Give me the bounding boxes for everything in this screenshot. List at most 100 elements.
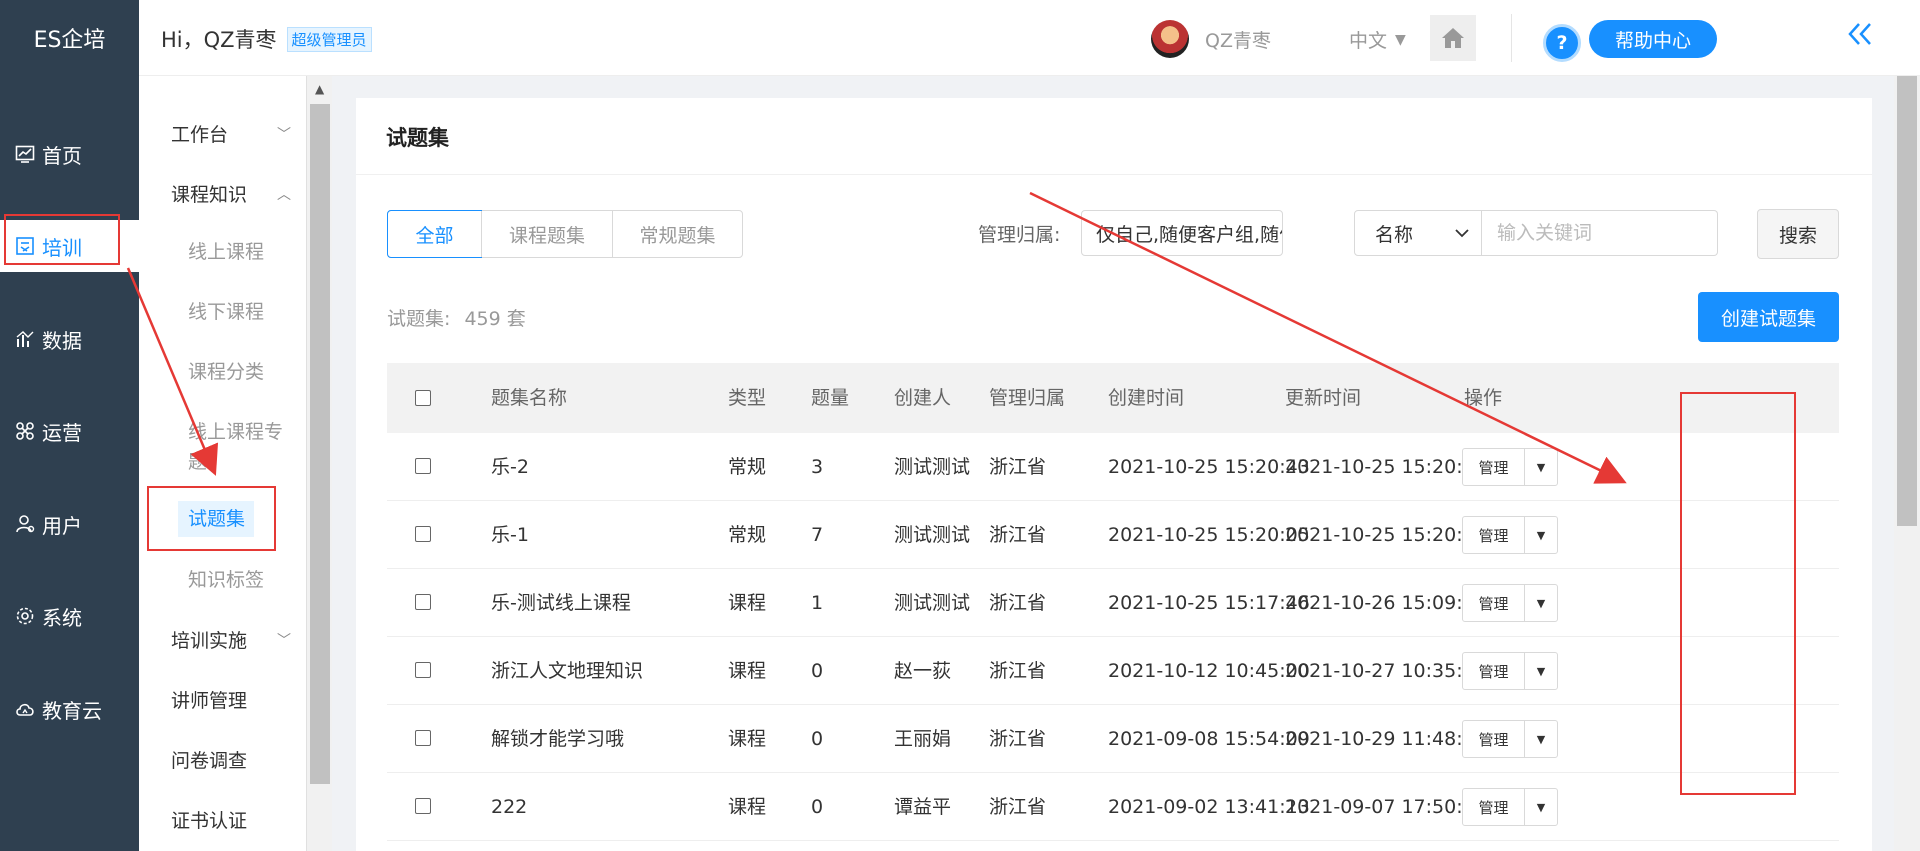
submenu-scrollbar[interactable]: ▲ — [306, 76, 332, 851]
count-value: 459 套 — [464, 308, 526, 330]
table-row[interactable]: 222 课程 0 谭益平 浙江省 2021-09-02 13:41:13 202… — [387, 773, 1839, 841]
row-checkbox[interactable] — [415, 798, 431, 814]
question-set-card: 试题集 全部 课程题集 常规题集 管理归属: 仅自己,随便客户组,随便 名称 搜… — [356, 98, 1872, 851]
greeting-text: Hi，QZ青枣 — [161, 28, 277, 52]
nav-item-user[interactable]: 用户 — [0, 498, 139, 550]
manage-dropdown-icon[interactable]: ▼ — [1525, 585, 1557, 621]
cell-updated: 2021-10-27 10:35:23 — [1285, 660, 1487, 682]
cell-updated: 2021-09-07 17:50:03 — [1285, 796, 1487, 818]
col-creator: 创建人 — [894, 387, 952, 409]
owner-label: 管理归属: — [978, 224, 1061, 246]
manage-dropdown-icon[interactable]: ▼ — [1525, 517, 1557, 553]
home-button[interactable] — [1430, 15, 1476, 61]
annotation-box-question-set — [147, 486, 276, 551]
nav-label: 系统 — [42, 605, 82, 630]
manage-button[interactable]: 管理 — [1463, 517, 1525, 553]
submenu-workbench[interactable]: 工作台 ﹀ — [171, 120, 291, 147]
row-checkbox[interactable] — [415, 662, 431, 678]
search-input[interactable] — [1482, 210, 1718, 256]
nav-item-system[interactable]: 系统 — [0, 590, 139, 642]
cell-name[interactable]: 解锁才能学习哦 — [491, 705, 624, 773]
manage-dropdown-icon[interactable]: ▼ — [1525, 789, 1557, 825]
page-scrollbar[interactable] — [1894, 76, 1920, 851]
nav-item-home[interactable]: 首页 — [0, 128, 139, 180]
row-checkbox[interactable] — [415, 526, 431, 542]
manage-button[interactable]: 管理 — [1463, 585, 1525, 621]
help-question-icon[interactable]: ? — [1543, 24, 1581, 62]
submenu-certificate[interactable]: 证书认证 — [171, 806, 291, 833]
cell-owner: 浙江省 — [989, 524, 1047, 546]
create-question-set-button[interactable]: 创建试题集 — [1698, 292, 1839, 342]
submenu-lecturer[interactable]: 讲师管理 — [171, 686, 291, 713]
cell-creator: 王丽娟 — [894, 728, 952, 750]
chart-icon — [14, 328, 36, 350]
cell-name[interactable]: 浙江人文地理知识 — [491, 637, 643, 705]
cell-updated: 2021-10-26 15:09:45 — [1285, 592, 1487, 614]
gear-icon — [14, 605, 36, 627]
submenu-offline-course[interactable]: 线下课程 — [188, 297, 298, 327]
sub-menu: 工作台 ﹀ 课程知识 ︿ 线上课程 线下课程 课程分类 线上课程专题 试题集 知… — [139, 76, 306, 851]
row-checkbox[interactable] — [415, 458, 431, 474]
submenu-training-impl[interactable]: 培训实施 ﹀ — [171, 626, 291, 653]
username[interactable]: QZ青枣 — [1205, 26, 1271, 53]
submenu-online-course[interactable]: 线上课程 — [188, 237, 298, 267]
manage-button[interactable]: 管理 — [1463, 721, 1525, 757]
cell-name[interactable]: 乐-1 — [491, 501, 529, 569]
select-all-checkbox[interactable] — [415, 390, 431, 406]
table-row[interactable]: 乐-2 常规 3 测试测试 浙江省 2021-10-25 15:20:43 20… — [387, 433, 1839, 501]
tab-regular-sets[interactable]: 常规题集 — [612, 211, 742, 257]
cell-count: 3 — [811, 456, 824, 478]
cell-count: 1 — [811, 592, 824, 614]
row-checkbox[interactable] — [415, 730, 431, 746]
submenu-course-knowledge[interactable]: 课程知识 ︿ — [171, 180, 291, 207]
submenu-course-category[interactable]: 课程分类 — [188, 357, 298, 387]
submenu-online-topic[interactable]: 线上课程专题 — [188, 417, 292, 477]
submenu-survey[interactable]: 问卷调查 — [171, 746, 291, 773]
cell-creator: 测试测试 — [894, 592, 971, 614]
submenu-knowledge-tag[interactable]: 知识标签 — [188, 565, 298, 595]
submenu-label: 问卷调查 — [171, 750, 248, 772]
chevron-up-icon: ︿ — [277, 186, 291, 203]
cell-owner: 浙江省 — [989, 592, 1047, 614]
divider — [356, 174, 1872, 175]
avatar[interactable] — [1151, 20, 1189, 58]
scroll-thumb[interactable] — [310, 104, 330, 784]
user-icon — [14, 513, 36, 535]
main-nav: ES企培 首页 培训 数据 运营 用户 系统 教育云 — [0, 0, 139, 851]
cell-created: 2021-10-25 15:20:43 — [1108, 456, 1310, 478]
cell-created: 2021-10-25 15:17:46 — [1108, 592, 1310, 614]
manage-dropdown-icon[interactable]: ▼ — [1525, 449, 1557, 485]
scroll-thumb[interactable] — [1897, 76, 1917, 526]
table-row[interactable]: 乐-测试线上课程 课程 1 测试测试 浙江省 2021-10-25 15:17:… — [387, 569, 1839, 637]
manage-button[interactable]: 管理 — [1463, 653, 1525, 689]
collapse-sidebar-icon[interactable] — [1845, 18, 1875, 58]
table-row[interactable]: 解锁才能学习哦 课程 0 王丽娟 浙江省 2021-09-08 15:54:09… — [387, 705, 1839, 773]
cell-name[interactable]: 乐-测试线上课程 — [491, 569, 631, 637]
table-row[interactable]: 乐-1 常规 7 测试测试 浙江省 2021-10-25 15:20:05 20… — [387, 501, 1839, 569]
owner-select[interactable]: 仅自己,随便客户组,随便 — [1081, 210, 1283, 256]
manage-dropdown-icon[interactable]: ▼ — [1525, 653, 1557, 689]
tab-course-sets[interactable]: 课程题集 — [481, 211, 612, 257]
manage-button[interactable]: 管理 — [1463, 449, 1525, 485]
scroll-up-icon[interactable]: ▲ — [315, 82, 324, 96]
tab-all[interactable]: 全部 — [387, 210, 482, 258]
language-selector[interactable]: 中文 ▼ — [1349, 26, 1406, 53]
cell-name[interactable]: 222 — [491, 773, 527, 841]
nav-item-data[interactable]: 数据 — [0, 313, 139, 365]
row-checkbox[interactable] — [415, 594, 431, 610]
search-button[interactable]: 搜索 — [1757, 209, 1839, 259]
nav-item-operation[interactable]: 运营 — [0, 405, 139, 457]
col-count: 题量 — [811, 387, 850, 409]
table-row[interactable]: 浙江人文地理知识 课程 0 赵一荻 浙江省 2021-10-12 10:45:0… — [387, 637, 1839, 705]
manage-button[interactable]: 管理 — [1463, 789, 1525, 825]
cell-owner: 浙江省 — [989, 660, 1047, 682]
cell-name[interactable]: 乐-2 — [491, 433, 529, 501]
search-field-select[interactable]: 名称 — [1354, 210, 1482, 256]
cell-creator: 赵一荻 — [894, 660, 952, 682]
home-icon — [1442, 28, 1464, 48]
cell-type: 课程 — [728, 796, 767, 818]
help-center-button[interactable]: 帮助中心 — [1589, 20, 1717, 58]
nav-item-edu-cloud[interactable]: 教育云 — [0, 683, 139, 735]
cell-created: 2021-10-25 15:20:05 — [1108, 524, 1310, 546]
manage-dropdown-icon[interactable]: ▼ — [1525, 721, 1557, 757]
